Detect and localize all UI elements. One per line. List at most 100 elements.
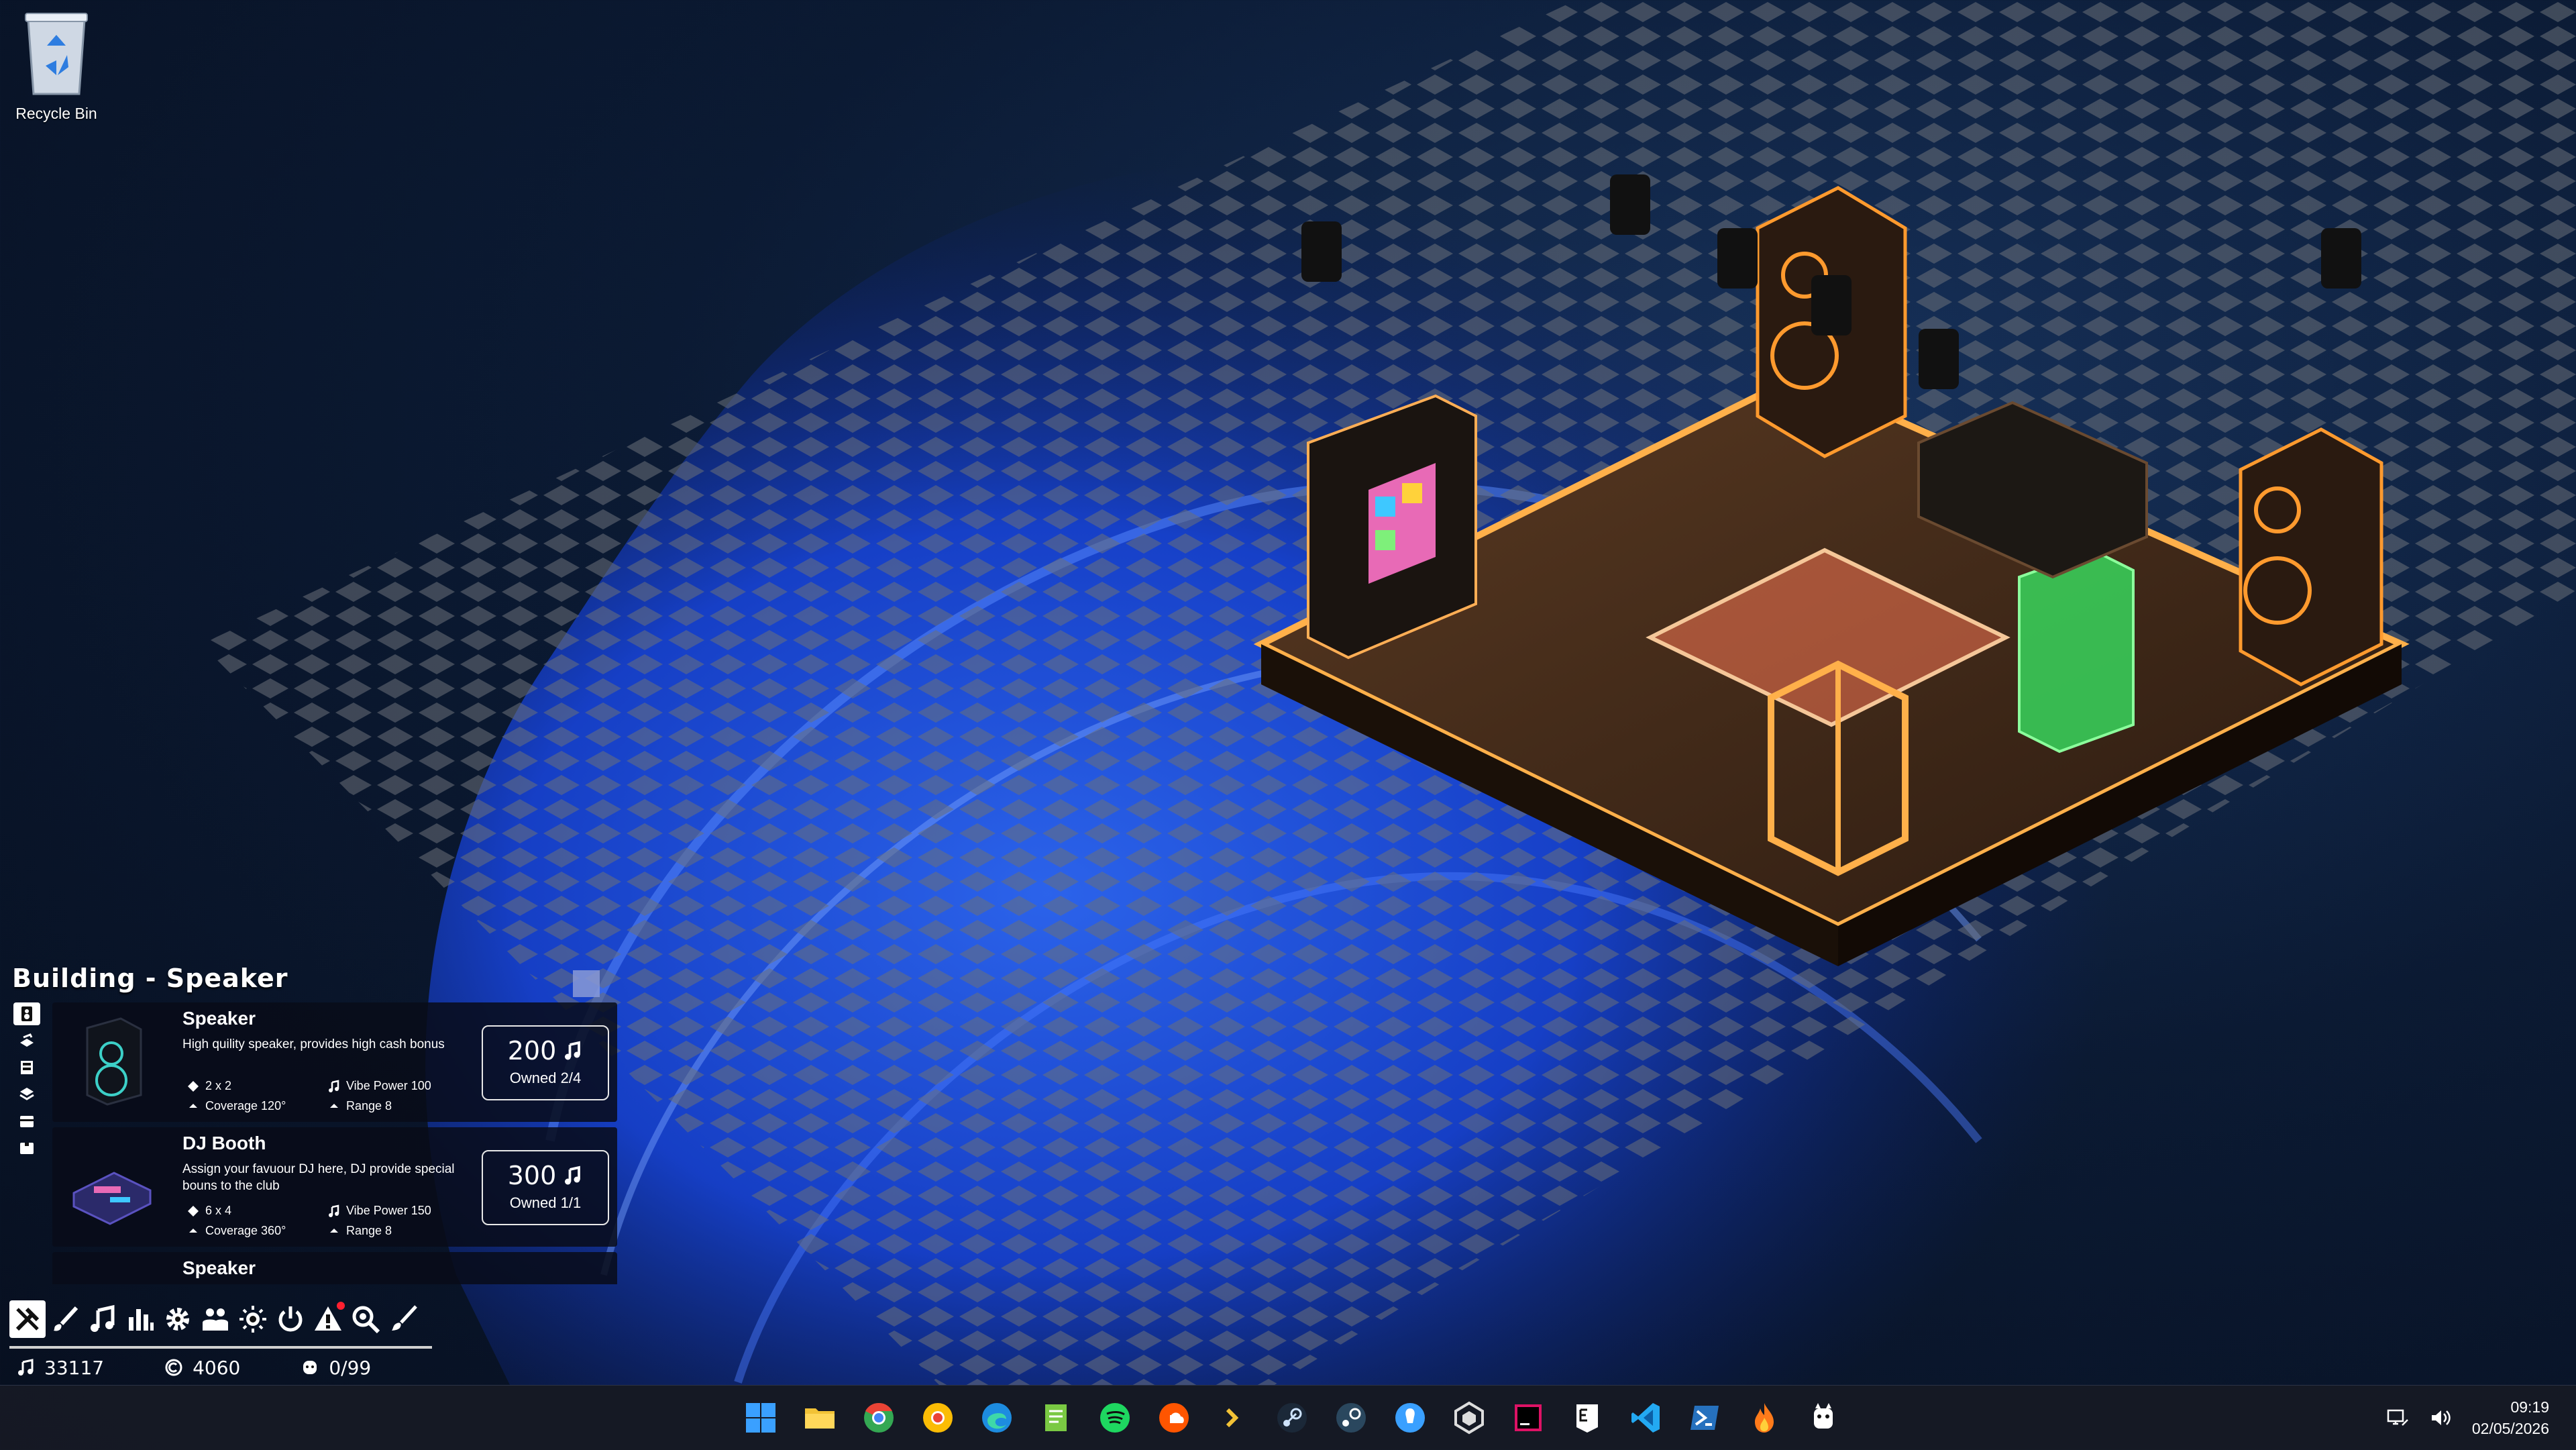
visitors-value: 0/99 — [329, 1356, 372, 1379]
speaker-thumbnail — [86, 1017, 142, 1106]
taskbar-powershell[interactable] — [1682, 1395, 1728, 1441]
epic-games-icon — [1576, 1404, 1598, 1433]
category-box[interactable] — [13, 1110, 40, 1133]
tool-alerts[interactable] — [310, 1300, 346, 1338]
inspect-icon — [352, 1306, 380, 1334]
tool-settings[interactable] — [160, 1300, 196, 1338]
clock-time: 09:19 — [2510, 1398, 2549, 1416]
coins-value: 4060 — [193, 1356, 241, 1379]
taskbar-chrome-beta[interactable] — [915, 1395, 961, 1441]
build-hammer-icon — [15, 1307, 40, 1331]
layers-icon — [19, 1088, 34, 1100]
taskbar-notepad[interactable] — [1033, 1395, 1079, 1441]
recycle-bin[interactable]: Recycle Bin — [9, 5, 103, 123]
steam-icon — [1277, 1403, 1307, 1433]
item-size: 6 x 4 — [186, 1204, 231, 1218]
item-range: Range 8 — [327, 1224, 392, 1238]
paint-icon — [392, 1305, 417, 1331]
visitors-stat: 0/99 — [301, 1357, 371, 1379]
taskbar-chrome[interactable] — [856, 1395, 902, 1441]
tool-inspect[interactable] — [347, 1300, 384, 1338]
vending-machine-icon — [21, 1061, 33, 1074]
item-name: DJ Booth — [182, 1133, 266, 1153]
prompt-icon — [1226, 1408, 1239, 1428]
powershell-icon — [1690, 1406, 1719, 1430]
taskbar-prompt[interactable] — [1210, 1395, 1256, 1441]
system-tray: 09:19 02/05/2026 — [2386, 1395, 2549, 1441]
lighting-icon — [239, 1306, 266, 1333]
taskbar-vscode[interactable] — [1623, 1395, 1669, 1441]
taskbar-steam-alt[interactable] — [1328, 1395, 1374, 1441]
category-dj-booth[interactable] — [13, 1029, 40, 1052]
steam-alt-icon — [1336, 1403, 1366, 1433]
build-item-card[interactable]: Speaker — [52, 1252, 617, 1284]
tool-music[interactable] — [85, 1300, 121, 1338]
item-vibe-value: Vibe Power 150 — [346, 1204, 431, 1217]
tool-paint-2[interactable] — [385, 1300, 421, 1338]
music-note-icon — [18, 1359, 34, 1376]
taskbar-rider[interactable] — [1505, 1395, 1551, 1441]
tool-paint[interactable] — [47, 1300, 83, 1338]
windows-start-icon — [746, 1403, 775, 1433]
tool-power[interactable] — [272, 1300, 309, 1338]
panel-title: Building - Speaker — [12, 964, 288, 993]
speaker-icon — [21, 1006, 32, 1021]
panel-collapse-button[interactable] — [573, 970, 600, 997]
notepad-icon — [1045, 1404, 1067, 1431]
size-icon — [188, 1080, 199, 1092]
price-value: 300 — [507, 1161, 557, 1190]
volume-icon[interactable] — [2429, 1406, 2452, 1429]
vscode-icon — [1631, 1403, 1660, 1433]
build-item-card[interactable]: Speaker High quility speaker, provides h… — [52, 1002, 617, 1122]
coins-stat: 4060 — [164, 1357, 240, 1379]
taskbar-spotify[interactable] — [1092, 1395, 1138, 1441]
taskbar-apps — [738, 1395, 1846, 1441]
taskbar-steam[interactable] — [1269, 1395, 1315, 1441]
tool-build[interactable] — [9, 1300, 46, 1338]
taskbar-edge[interactable] — [974, 1395, 1020, 1441]
paint-brush-icon — [54, 1306, 78, 1331]
taskbar-game-character[interactable] — [1801, 1395, 1846, 1441]
category-crate[interactable] — [13, 1137, 40, 1159]
dj-booth-icon — [20, 1033, 34, 1047]
music-note-icon — [91, 1304, 115, 1332]
taskbar-start[interactable] — [738, 1395, 784, 1441]
music-stat: 33117 — [16, 1357, 104, 1379]
build-item-card[interactable]: DJ Booth Assign your favuour DJ here, DJ… — [52, 1127, 617, 1247]
taskbar-soundcloud[interactable] — [1151, 1395, 1197, 1441]
taskbar-bulb-app[interactable] — [1387, 1395, 1433, 1441]
visitor-icon — [303, 1361, 317, 1374]
toolbar-divider — [9, 1346, 432, 1349]
taskbar-fire-app[interactable] — [1741, 1395, 1787, 1441]
music-note-icon — [329, 1204, 339, 1217]
item-name: Speaker — [182, 1008, 256, 1029]
buy-button[interactable]: 300 Owned 1/1 — [482, 1150, 609, 1225]
taskbar-unity[interactable] — [1446, 1395, 1492, 1441]
item-range-value: Range 8 — [346, 1224, 392, 1237]
music-note-icon — [565, 1041, 581, 1060]
taskbar: 09:19 02/05/2026 — [0, 1385, 2576, 1450]
item-coverage: Coverage 120° — [186, 1099, 286, 1113]
item-vibe: Vibe Power 150 — [327, 1204, 431, 1218]
category-layers[interactable] — [13, 1083, 40, 1106]
owned-count: Owned 2/4 — [509, 1070, 582, 1086]
network-icon[interactable] — [2386, 1406, 2409, 1429]
item-description: High quility speaker, provides high cash… — [182, 1037, 445, 1051]
recycle-bin-icon — [25, 13, 88, 95]
item-size-value: 6 x 4 — [205, 1204, 232, 1217]
bulb-app-icon — [1395, 1403, 1425, 1433]
item-size: 2 x 2 — [186, 1079, 231, 1093]
tool-staff[interactable] — [197, 1300, 233, 1338]
tool-stats[interactable] — [122, 1300, 158, 1338]
tool-lighting[interactable] — [235, 1300, 271, 1338]
build-panel: Building - Speaker Speaker High quility … — [9, 964, 617, 1286]
taskbar-epic-games[interactable] — [1564, 1395, 1610, 1441]
taskbar-clock[interactable]: 09:19 02/05/2026 — [2472, 1396, 2549, 1439]
buy-button[interactable]: 200 Owned 2/4 — [482, 1025, 609, 1100]
taskbar-file-explorer[interactable] — [797, 1395, 843, 1441]
coverage-icon — [189, 1103, 197, 1108]
unity-icon — [1454, 1401, 1484, 1435]
category-speaker[interactable] — [13, 1002, 40, 1025]
edge-icon — [982, 1403, 1012, 1433]
category-vending[interactable] — [13, 1056, 40, 1079]
